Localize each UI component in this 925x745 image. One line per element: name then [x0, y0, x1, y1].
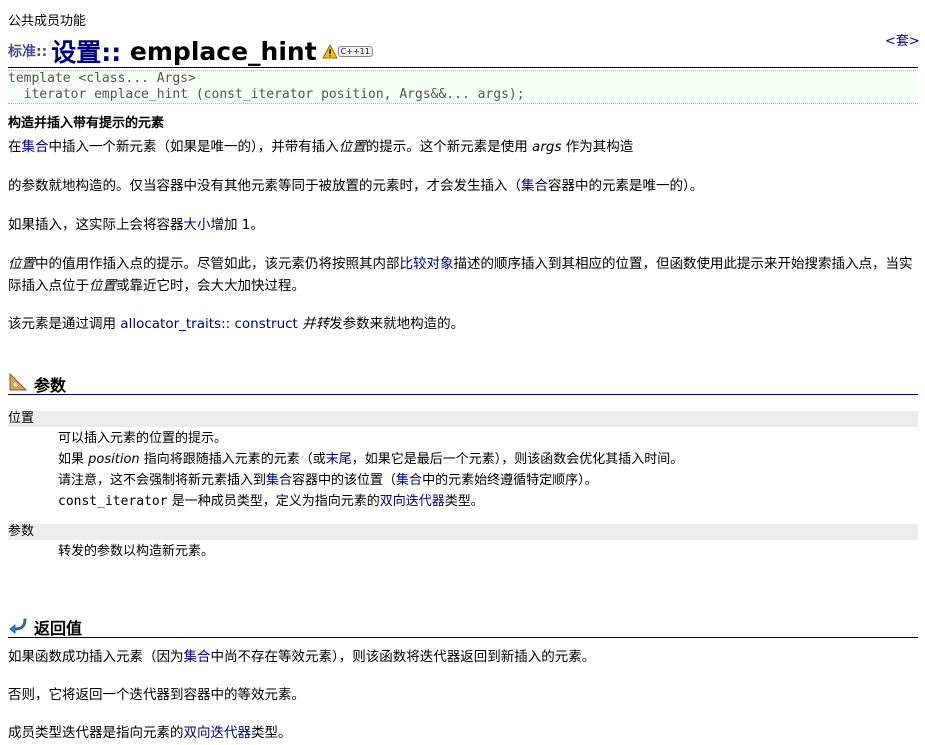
- description-paragraph-2: 的参数就地构造的。仅当容器中没有其他元素等同于被放置的元素时，才会发生插入（集合…: [8, 178, 704, 194]
- param-args-desc: 转发的参数以构造新元素。: [58, 541, 214, 562]
- warning-icon: [321, 43, 338, 58]
- cpp11-label: C++11: [337, 45, 373, 57]
- set-header-link[interactable]: <套>: [885, 30, 920, 49]
- param-position-line-1: 可以插入元素的位置的提示。: [58, 431, 228, 446]
- prototype-line-1: template <class... Args>: [8, 71, 196, 86]
- return-paragraph-1: 如果函数成功插入元素（因为集合中尚不存在等效元素），则该函数将迭代器返回到新插入…: [8, 649, 596, 665]
- title-prefix: 标准::: [8, 44, 48, 60]
- set-link[interactable]: 集合: [22, 139, 49, 155]
- return-section-header: 返回值: [8, 613, 918, 638]
- param-position-line-2: 如果 position 指向将跟随插入元素的元素（或末尾，如果它是最后一个元素）…: [58, 452, 684, 467]
- title-function-name: emplace_hint: [129, 36, 317, 66]
- allocator-construct-link[interactable]: allocator_traits:: construct: [120, 316, 298, 332]
- compare-object-link[interactable]: 比较对象: [400, 256, 454, 272]
- end-link[interactable]: 末尾: [326, 452, 352, 467]
- return-paragraph-2: 否则，它将返回一个迭代器到容器中的等效元素。: [8, 687, 305, 703]
- param-position-line-4: const_iterator 是一种成员类型，定义为指向元素的双向迭代器类型。: [58, 494, 484, 509]
- prototype-code: template <class... Args> iterator emplac…: [8, 70, 918, 104]
- size-link[interactable]: 大小: [184, 217, 211, 233]
- params-heading: 参数: [34, 376, 67, 395]
- param-position-desc: 可以插入元素的位置的提示。 如果 position 指向将跟随插入元素的元素（或…: [58, 428, 683, 512]
- return-heading: 返回值: [34, 619, 83, 638]
- description-paragraph-5: 该元素是通过调用 allocator_traits:: construct 并转…: [8, 316, 465, 332]
- bidirectional-iterator-link[interactable]: 双向迭代器: [184, 725, 252, 741]
- description-paragraph-4: 位置中的值用作插入点的提示。尽管如此，该元素仍将按照其内部比较对象描述的顺序插入…: [8, 256, 913, 294]
- set-link[interactable]: 集合: [396, 473, 422, 488]
- title-function: emplace_hint: [121, 36, 317, 66]
- description-paragraph-1: 在集合中插入一个新元素（如果是唯一的），并带有插入位置的提示。这个新元素是使用 …: [8, 139, 634, 155]
- title-namespace: 设置::: [51, 38, 122, 67]
- ruler-triangle-icon: [9, 372, 28, 391]
- prototype-line-2: iterator emplace_hint (const_iterator po…: [8, 87, 525, 102]
- page-title: 标准:: 设置:: emplace_hint C++11: [8, 33, 373, 69]
- set-link[interactable]: 集合: [521, 178, 548, 194]
- param-args-line-1: 转发的参数以构造新元素。: [58, 544, 215, 559]
- description-paragraph-3: 如果插入，这实际上会将容器大小增加 1。: [8, 217, 264, 233]
- breadcrumb: 公共成员功能: [8, 14, 87, 29]
- set-link[interactable]: 集合: [266, 473, 292, 488]
- return-arrow-icon: [9, 618, 27, 634]
- cpp11-badge[interactable]: C++11: [321, 43, 373, 59]
- bidirectional-iterator-link[interactable]: 双向迭代器: [380, 494, 445, 509]
- return-paragraph-3: 成员类型迭代器是指向元素的双向迭代器类型。: [8, 725, 292, 741]
- param-args-name: 参数: [8, 524, 918, 540]
- set-link[interactable]: 集合: [184, 649, 211, 665]
- short-description: 构造并插入带有提示的元素: [8, 116, 165, 131]
- param-position-name: 位置: [8, 411, 918, 427]
- param-position-line-3: 请注意，这不会强制将新元素插入到集合容器中的该位置（集合中的元素始终遵循特定顺序…: [58, 473, 598, 488]
- params-section-header: 参数: [8, 370, 918, 395]
- title-divider: [8, 67, 918, 68]
